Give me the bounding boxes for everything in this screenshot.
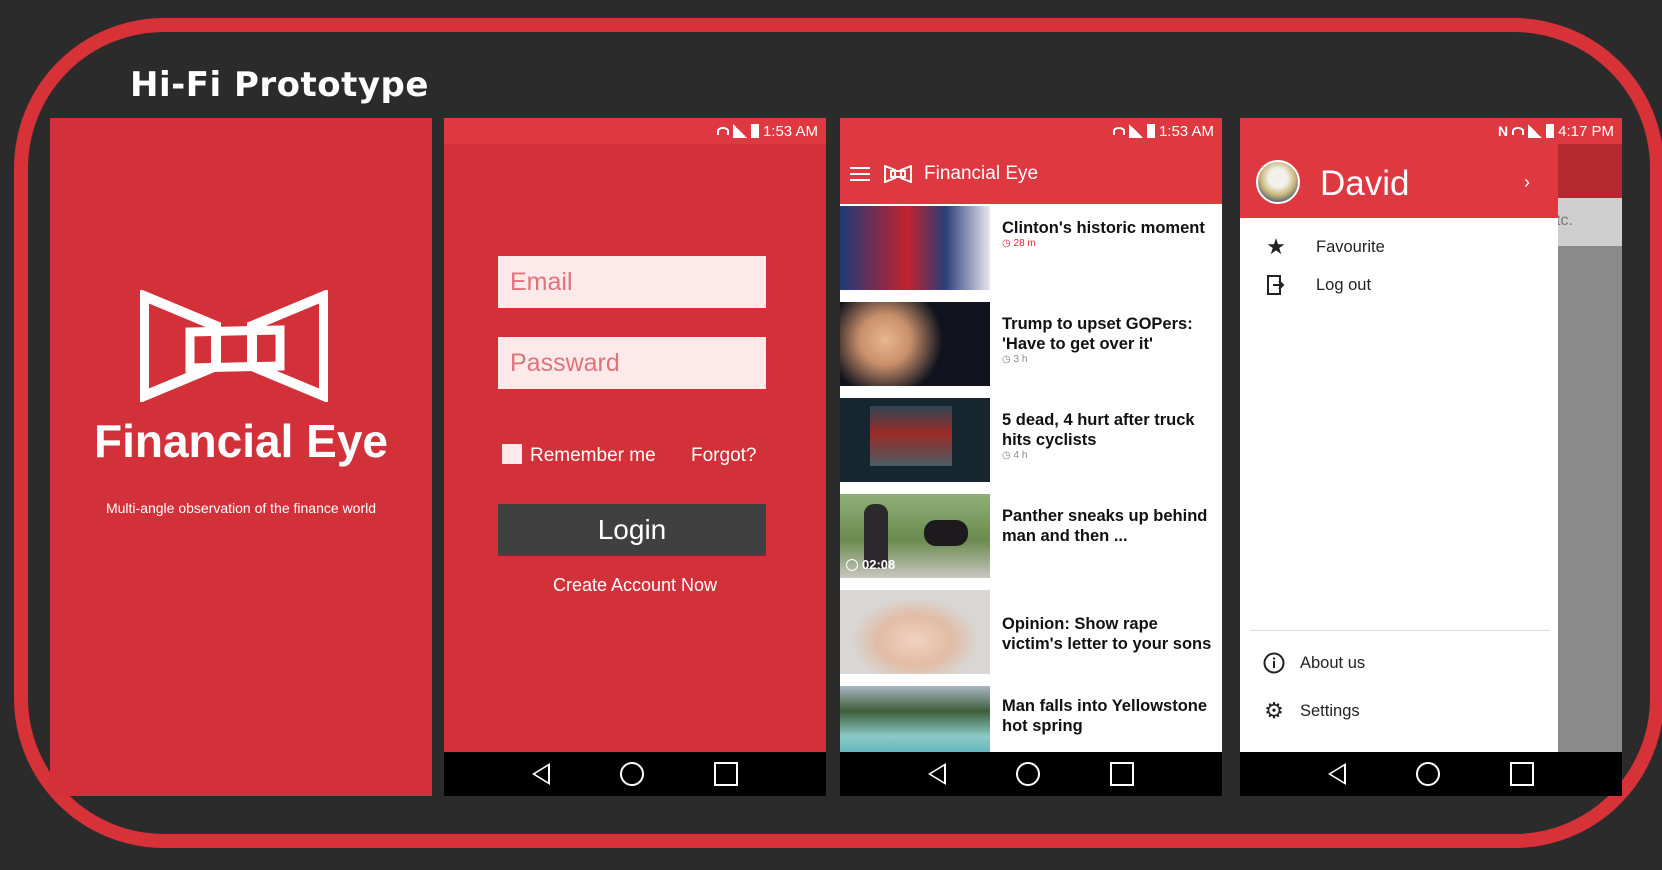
news-headline: Panther sneaks up behind man and then ..… (1002, 507, 1208, 545)
user-name: David (1320, 164, 1410, 203)
wifi-icon (1512, 127, 1525, 135)
signal-icon (1128, 124, 1143, 138)
news-thumbnail (840, 206, 990, 290)
back-icon[interactable] (1328, 763, 1346, 785)
battery-icon (1546, 124, 1555, 138)
remember-checkbox[interactable] (502, 444, 522, 464)
create-account-link[interactable]: Create Account Now (444, 575, 826, 596)
login-screen: 1:53 AM Remember me Forgot? Login Create… (444, 118, 826, 796)
logout-icon (1264, 273, 1288, 297)
drawer-screen: N 4:17 PM tc. David › ★ Favourite Log ou… (1240, 118, 1622, 796)
news-time: ◷ 3 h (1002, 354, 1028, 365)
background-field: tc. (1552, 198, 1622, 246)
recents-icon[interactable] (1510, 762, 1534, 786)
news-headline: Clinton's historic moment (1002, 219, 1205, 237)
news-item[interactable]: Opinion: Show rape victim's letter to yo… (840, 590, 1222, 686)
status-time: 1:53 AM (1158, 122, 1214, 140)
drawer-item-label: About us (1300, 653, 1366, 672)
news-item[interactable]: Trump to upset GOPers: 'Have to get over… (840, 302, 1222, 398)
news-headline: Trump to upset GOPers: 'Have to get over… (1002, 315, 1193, 353)
status-bar: 1:53 AM (840, 118, 1222, 144)
recents-icon[interactable] (1110, 762, 1134, 786)
news-thumbnail (840, 590, 990, 674)
wifi-icon (1112, 127, 1125, 135)
home-icon[interactable] (1016, 762, 1040, 786)
feed-screen: 1:53 AM Financial Eye Clinton's historic… (840, 118, 1222, 796)
navigation-drawer: David › ★ Favourite Log out About us ⚙ S… (1240, 144, 1558, 752)
nav-bar (1240, 752, 1622, 796)
brand-title: Financial Eye (93, 415, 388, 467)
news-time: ◷ 28 m (1002, 238, 1036, 249)
news-headline: Opinion: Show rape victim's letter to yo… (1002, 615, 1212, 653)
menu-icon[interactable] (850, 167, 870, 181)
password-field[interactable] (498, 337, 766, 389)
drawer-divider (1250, 630, 1550, 631)
brand-tagline: Multi-angle observation of the finance w… (105, 500, 377, 516)
video-duration: 02:08 (846, 557, 895, 572)
info-icon (1262, 651, 1286, 675)
news-item[interactable]: 02:08 Panther sneaks up behind man and t… (840, 494, 1222, 590)
drawer-item-logout[interactable]: Log out (1240, 266, 1558, 304)
email-field[interactable] (498, 256, 766, 308)
news-item[interactable]: Clinton's historic moment ◷ 28 m (840, 206, 1222, 302)
nav-bar (444, 752, 826, 796)
status-time: 1:53 AM (762, 122, 818, 140)
avatar[interactable] (1256, 160, 1300, 204)
news-item[interactable]: 5 dead, 4 hurt after truck hits cyclists… (840, 398, 1222, 494)
home-icon[interactable] (1416, 762, 1440, 786)
drawer-header[interactable]: David › (1240, 144, 1558, 218)
star-icon: ★ (1266, 234, 1286, 259)
nfc-icon: N (1498, 123, 1509, 139)
drawer-item-about[interactable]: About us (1240, 644, 1558, 682)
news-thumbnail (840, 302, 990, 386)
forgot-link[interactable]: Forgot? (691, 445, 756, 467)
drawer-item-settings[interactable]: ⚙ Settings (1240, 692, 1558, 730)
drawer-item-favourite[interactable]: ★ Favourite (1240, 228, 1558, 266)
app-bar: Financial Eye (840, 144, 1222, 204)
news-time: ◷ 4 h (1002, 450, 1028, 461)
remember-label[interactable]: Remember me (530, 445, 656, 467)
chevron-right-icon[interactable]: › (1524, 172, 1530, 193)
recents-icon[interactable] (714, 762, 738, 786)
status-bar: N 4:17 PM (1240, 118, 1622, 144)
battery-icon (1146, 124, 1155, 138)
financial-eye-logo-icon (140, 290, 328, 402)
wifi-icon (716, 127, 729, 135)
drawer-item-label: Favourite (1316, 237, 1385, 256)
news-thumbnail: 02:08 (840, 494, 990, 578)
news-headline: 5 dead, 4 hurt after truck hits cyclists (1002, 411, 1195, 449)
news-thumbnail (840, 398, 990, 482)
status-bar: 1:53 AM (444, 118, 826, 144)
drawer-item-label: Settings (1300, 701, 1360, 720)
back-icon[interactable] (928, 763, 946, 785)
back-icon[interactable] (532, 763, 550, 785)
news-list: Clinton's historic moment ◷ 28 m Trump t… (840, 206, 1222, 782)
play-icon (846, 558, 858, 571)
status-time: 4:17 PM (1558, 122, 1614, 140)
page-title: Hi-Fi Prototype (130, 65, 429, 105)
home-icon[interactable] (620, 762, 644, 786)
battery-icon (750, 124, 759, 138)
financial-eye-logo-icon (884, 165, 912, 183)
signal-icon (732, 124, 747, 138)
signal-icon (1528, 124, 1543, 138)
splash-screen: Financial Eye Multi-angle observation of… (50, 118, 432, 796)
login-button[interactable]: Login (498, 504, 766, 556)
news-headline: Man falls into Yellowstone hot spring (1002, 697, 1208, 735)
nav-bar (840, 752, 1222, 796)
drawer-item-label: Log out (1316, 275, 1372, 294)
app-title: Financial Eye (924, 163, 1039, 184)
gear-icon: ⚙ (1264, 698, 1284, 723)
